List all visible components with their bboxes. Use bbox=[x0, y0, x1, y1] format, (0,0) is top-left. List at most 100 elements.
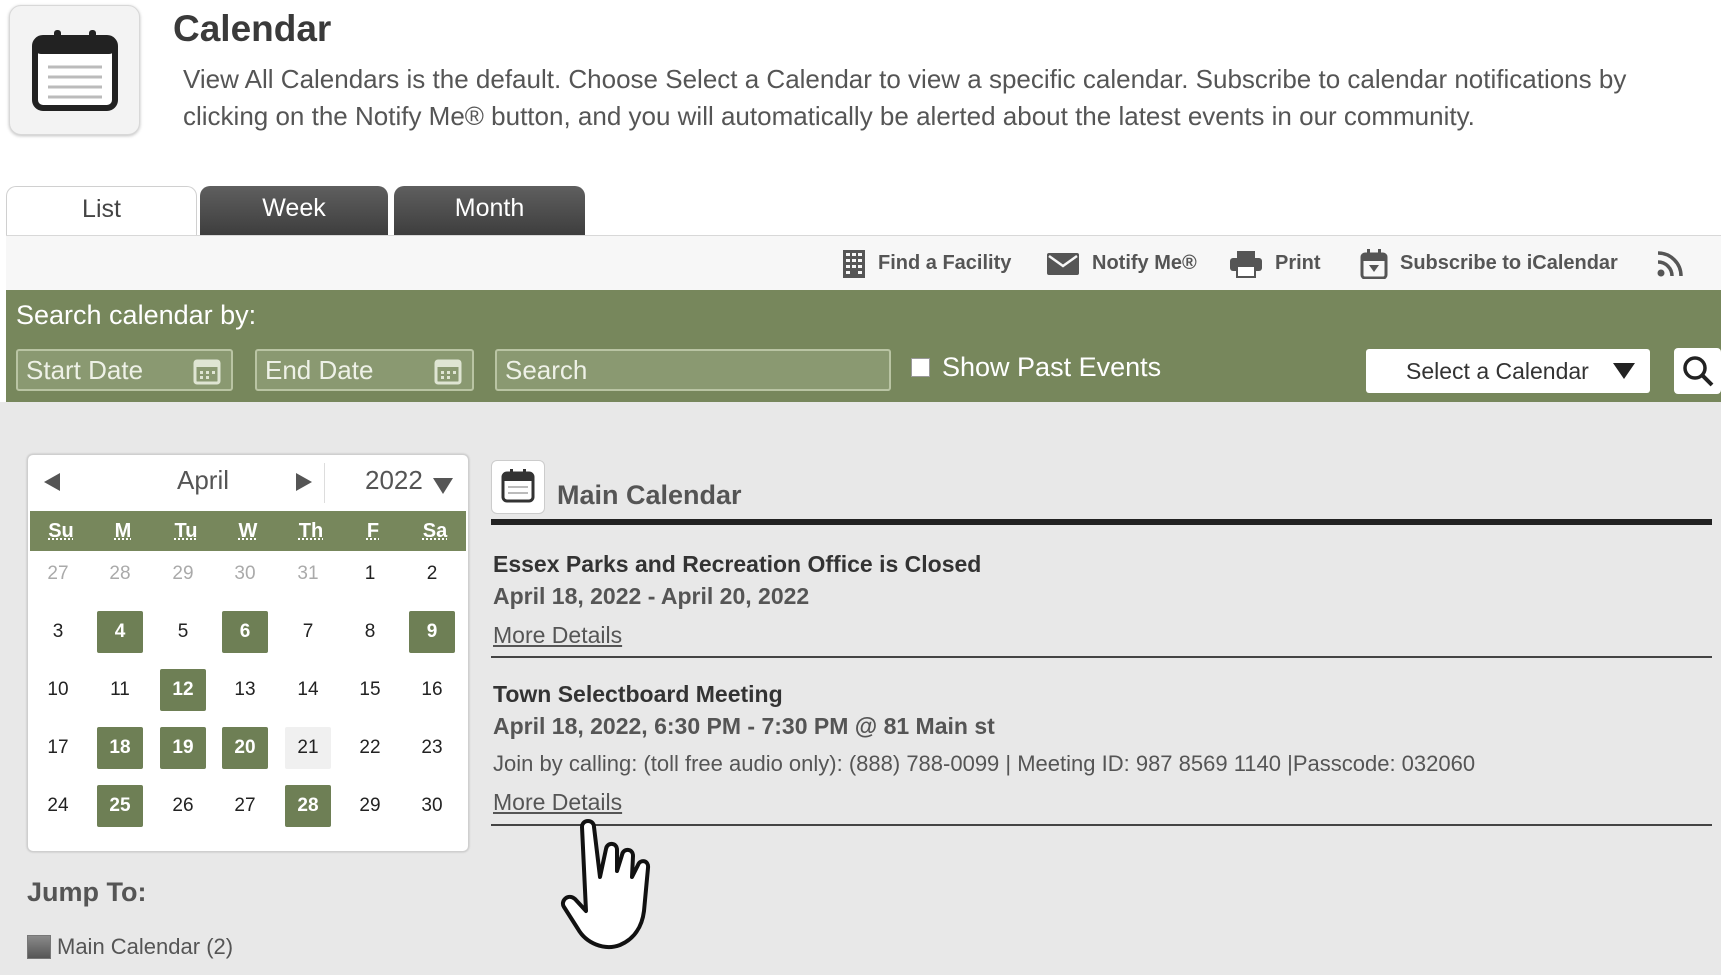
tab-week[interactable]: Week bbox=[200, 186, 388, 236]
calendar-day[interactable]: 8 bbox=[347, 611, 393, 653]
find-facility-label: Find a Facility bbox=[878, 252, 1012, 274]
printer-icon bbox=[1230, 250, 1262, 278]
calendar-day[interactable]: 30 bbox=[409, 785, 455, 827]
jump-to-main-calendar[interactable]: Main Calendar (2) bbox=[27, 934, 233, 960]
calendar-day[interactable]: 22 bbox=[347, 727, 393, 769]
calendar-day[interactable]: 29 bbox=[160, 553, 206, 595]
subscribe-label: Subscribe to iCalendar bbox=[1400, 252, 1618, 274]
notify-me-link[interactable]: Notify Me® bbox=[1046, 236, 1197, 291]
search-by-label: Search calendar by: bbox=[16, 300, 257, 330]
calendar-day[interactable]: 21 bbox=[285, 727, 331, 769]
building-icon bbox=[843, 249, 865, 278]
select-calendar-dropdown[interactable]: Select a Calendar bbox=[1366, 349, 1650, 393]
weekday-tu: Tu bbox=[174, 520, 198, 542]
weekday-th: Th bbox=[298, 520, 324, 542]
page-description: View All Calendars is the default. Choos… bbox=[183, 64, 1627, 131]
calendar-day[interactable]: 24 bbox=[35, 785, 81, 827]
weekday-m: M bbox=[114, 520, 132, 542]
more-details-link[interactable]: More Details bbox=[493, 622, 622, 649]
calendar-day[interactable]: 28 bbox=[97, 553, 143, 595]
calendar-color-swatch bbox=[27, 935, 51, 959]
calendar-day[interactable]: 27 bbox=[35, 553, 81, 595]
event-description: Join by calling: (toll free audio only):… bbox=[493, 751, 1476, 776]
event-title: Town Selectboard Meeting bbox=[493, 681, 783, 707]
year-dropdown-icon[interactable] bbox=[432, 477, 454, 495]
subscribe-icalendar-link[interactable]: Subscribe to iCalendar bbox=[1360, 236, 1618, 291]
calendar-day[interactable]: 27 bbox=[222, 785, 268, 827]
calendar-day[interactable]: 6 bbox=[222, 611, 268, 653]
calendar-day[interactable]: 1 bbox=[347, 553, 393, 595]
calendar-day[interactable]: 13 bbox=[222, 669, 268, 711]
start-date-field bbox=[16, 349, 233, 391]
search-field bbox=[495, 349, 891, 391]
mini-calendar-year[interactable]: 2022 bbox=[365, 465, 423, 496]
rss-icon bbox=[1657, 250, 1683, 276]
pointer-hand-icon bbox=[561, 819, 651, 949]
jump-to-label: Jump To: bbox=[27, 877, 147, 907]
search-bar: Search calendar by: Show Past Events Sel… bbox=[6, 290, 1721, 402]
weekday-sa: Sa bbox=[422, 520, 448, 542]
calendar-day[interactable]: 3 bbox=[35, 611, 81, 653]
find-facility-link[interactable]: Find a Facility bbox=[842, 236, 1011, 291]
event-title: Essex Parks and Recreation Office is Clo… bbox=[493, 551, 982, 577]
calendar-day[interactable]: 12 bbox=[160, 669, 206, 711]
envelope-icon bbox=[1047, 252, 1079, 275]
rss-link[interactable] bbox=[1656, 236, 1696, 291]
calendar-day[interactable]: 19 bbox=[160, 727, 206, 769]
main-calendar-title: Main Calendar bbox=[557, 480, 742, 510]
calendar-day[interactable]: 11 bbox=[97, 669, 143, 711]
calendar-day[interactable]: 23 bbox=[409, 727, 455, 769]
calendar-icon bbox=[32, 30, 118, 111]
event-divider bbox=[491, 656, 1712, 658]
calendar-day[interactable]: 18 bbox=[97, 727, 143, 769]
calendar-picker-icon[interactable] bbox=[193, 357, 221, 385]
main-calendar-rule bbox=[491, 519, 1712, 525]
weekday-header: Su M Tu W Th F Sa bbox=[30, 511, 466, 551]
search-input[interactable] bbox=[497, 351, 889, 389]
checkbox-box[interactable] bbox=[911, 358, 930, 377]
calendar-toolbar: Find a Facility Notify Me® Print Subscri… bbox=[6, 235, 1721, 291]
calendar-day[interactable]: 4 bbox=[97, 611, 143, 653]
notify-me-label: Notify Me® bbox=[1092, 252, 1197, 274]
calendar-day[interactable]: 9 bbox=[409, 611, 455, 653]
calendar-day[interactable]: 10 bbox=[35, 669, 81, 711]
calendar-day[interactable]: 30 bbox=[222, 553, 268, 595]
event-date: April 18, 2022 - April 20, 2022 bbox=[493, 583, 810, 609]
tab-month[interactable]: Month bbox=[394, 186, 585, 236]
calendar-day[interactable]: 7 bbox=[285, 611, 331, 653]
prev-month-icon[interactable] bbox=[42, 472, 62, 492]
calendar-day[interactable]: 15 bbox=[347, 669, 393, 711]
dropdown-arrow-icon bbox=[1613, 363, 1635, 379]
tab-list[interactable]: List bbox=[6, 186, 197, 237]
calendar-day[interactable]: 28 bbox=[285, 785, 331, 827]
more-details-link[interactable]: More Details bbox=[493, 789, 622, 816]
show-past-events-checkbox[interactable]: Show Past Events bbox=[911, 352, 1161, 383]
calendar-day[interactable]: 20 bbox=[222, 727, 268, 769]
calendar-day[interactable]: 29 bbox=[347, 785, 393, 827]
search-button[interactable] bbox=[1674, 348, 1721, 394]
calendar-day[interactable]: 26 bbox=[160, 785, 206, 827]
end-date-field bbox=[255, 349, 474, 391]
calendar-day[interactable]: 2 bbox=[409, 553, 455, 595]
calendar-day[interactable]: 31 bbox=[285, 553, 331, 595]
page-title: Calendar bbox=[173, 8, 332, 49]
search-icon bbox=[1683, 356, 1714, 387]
select-calendar-label: Select a Calendar bbox=[1406, 358, 1589, 384]
calendar-download-icon bbox=[1360, 248, 1388, 279]
print-label: Print bbox=[1275, 252, 1321, 274]
weekday-f: F bbox=[366, 520, 380, 542]
calendar-icon bbox=[501, 469, 535, 503]
print-link[interactable]: Print bbox=[1229, 236, 1321, 291]
show-past-events-label: Show Past Events bbox=[942, 352, 1162, 382]
calendar-app-icon bbox=[9, 5, 140, 135]
calendar-picker-icon[interactable] bbox=[434, 357, 462, 385]
calendar-day[interactable]: 16 bbox=[409, 669, 455, 711]
weekday-su: Su bbox=[48, 520, 74, 542]
mini-calendar: April 2022 Su M Tu W Th F Sa 27 28 29 30 31 1… bbox=[27, 454, 469, 852]
calendar-day[interactable]: 14 bbox=[285, 669, 331, 711]
next-month-icon[interactable] bbox=[294, 472, 314, 492]
calendar-day[interactable]: 5 bbox=[160, 611, 206, 653]
calendar-day[interactable]: 17 bbox=[35, 727, 81, 769]
calendar-day[interactable]: 25 bbox=[97, 785, 143, 827]
mini-calendar-header: April 2022 bbox=[28, 455, 468, 509]
